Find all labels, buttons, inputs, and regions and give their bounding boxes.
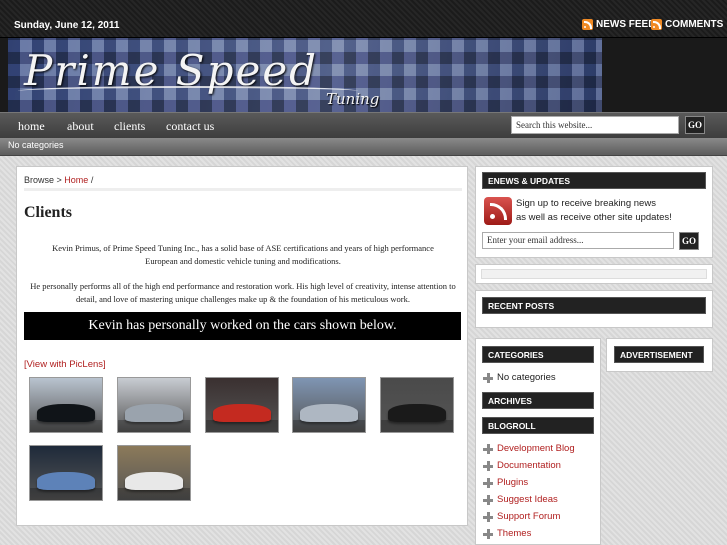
nav-home[interactable]: home xyxy=(18,119,45,134)
breadcrumb-home-link[interactable]: Home xyxy=(64,175,88,185)
news-feed-link[interactable]: NEWS FEED xyxy=(582,19,655,30)
nav-about[interactable]: about xyxy=(67,119,94,134)
blogroll-label: Development Blog xyxy=(497,443,575,454)
work-paragraph: He personally performs all of the high e… xyxy=(30,281,456,304)
blogroll-link-documentation[interactable]: Documentation xyxy=(483,460,561,471)
blogroll-heading: BLOGROLL xyxy=(482,417,594,434)
cars-banner: Kevin has personally worked on the cars … xyxy=(24,312,461,340)
plus-icon xyxy=(483,372,493,383)
sub-nav: No categories xyxy=(0,138,727,156)
comments-label: COMMENTS xyxy=(665,19,724,30)
enews-line-1: Sign up to receive breaking news xyxy=(516,198,656,209)
gallery-thumbnail[interactable] xyxy=(117,445,191,501)
blogroll-label: Suggest Ideas xyxy=(497,494,558,505)
email-input[interactable]: Enter your email address... xyxy=(482,232,674,249)
search-input[interactable]: Search this website... xyxy=(511,116,679,134)
enews-description: Sign up to receive breaking news as well… xyxy=(516,197,672,225)
plus-icon xyxy=(483,528,493,539)
logo-subtitle: Tuning xyxy=(326,90,380,108)
plus-icon xyxy=(483,494,493,505)
blogroll-link-development-blog[interactable]: Development Blog xyxy=(483,443,575,454)
blogroll-link-suggest-ideas[interactable]: Suggest Ideas xyxy=(483,494,558,505)
current-date: Sunday, June 12, 2011 xyxy=(14,20,120,31)
rss-icon xyxy=(484,197,512,225)
news-feed-label: NEWS FEED xyxy=(596,19,656,30)
comments-feed-link[interactable]: COMMENTS xyxy=(651,19,723,30)
advertisement-heading: ADVERTISEMENT xyxy=(614,346,704,363)
rss-icon xyxy=(651,19,662,30)
subnav-no-categories: No categories xyxy=(8,140,64,150)
nav-clients[interactable]: clients xyxy=(114,119,145,134)
intro-paragraph: Kevin Primus, of Prime Speed Tuning Inc.… xyxy=(52,243,434,266)
breadcrumb-prefix: Browse > xyxy=(24,175,62,185)
page-title: Clients xyxy=(24,204,72,221)
gallery-thumbnail[interactable] xyxy=(117,377,191,433)
gallery-thumbnail[interactable] xyxy=(292,377,366,433)
search-go-button[interactable]: GO xyxy=(685,116,705,134)
no-categories-label: No categories xyxy=(497,372,556,383)
archives-heading: ARCHIVES xyxy=(482,392,594,409)
site-logo-banner[interactable]: Prime Speed Tuning xyxy=(8,38,602,112)
gallery-thumbnail[interactable] xyxy=(29,377,103,433)
gallery-thumbnail[interactable] xyxy=(29,445,103,501)
enews-heading: ENEWS & UPDATES xyxy=(482,172,706,189)
blogroll-link-support-forum[interactable]: Support Forum xyxy=(483,511,560,522)
nav-contact-us[interactable]: contact us xyxy=(166,119,214,134)
breadcrumb-divider xyxy=(24,188,462,191)
plus-icon xyxy=(483,443,493,454)
view-with-piclens-link[interactable]: [View with PicLens] xyxy=(24,359,106,370)
plus-icon xyxy=(483,460,493,471)
logo-swoosh xyxy=(18,86,358,96)
blogroll-label: Plugins xyxy=(497,477,529,488)
breadcrumb: Browse > Home / xyxy=(24,175,93,185)
blogroll-label: Support Forum xyxy=(497,511,561,522)
blogroll-link-plugins[interactable]: Plugins xyxy=(483,477,528,488)
recent-posts-heading: RECENT POSTS xyxy=(482,297,706,314)
plus-icon xyxy=(483,477,493,488)
blogroll-label: Documentation xyxy=(497,460,561,471)
gallery-thumbnail[interactable] xyxy=(205,377,279,433)
rss-icon xyxy=(582,19,593,30)
email-go-button[interactable]: GO xyxy=(679,232,699,250)
blogroll-link-themes[interactable]: Themes xyxy=(483,528,531,539)
gallery-thumbnail[interactable] xyxy=(380,377,454,433)
enews-line-2: as well as receive other site updates! xyxy=(516,212,672,223)
list-item: No categories xyxy=(483,372,556,383)
plus-icon xyxy=(483,511,493,522)
blogroll-label: Themes xyxy=(497,528,532,539)
breadcrumb-separator: / xyxy=(90,175,94,185)
sidebar-spacer-inner xyxy=(481,269,707,279)
top-bar: Sunday, June 12, 2011 NEWS FEED COMMENTS xyxy=(0,0,727,38)
categories-heading: CATEGORIES xyxy=(482,346,594,363)
